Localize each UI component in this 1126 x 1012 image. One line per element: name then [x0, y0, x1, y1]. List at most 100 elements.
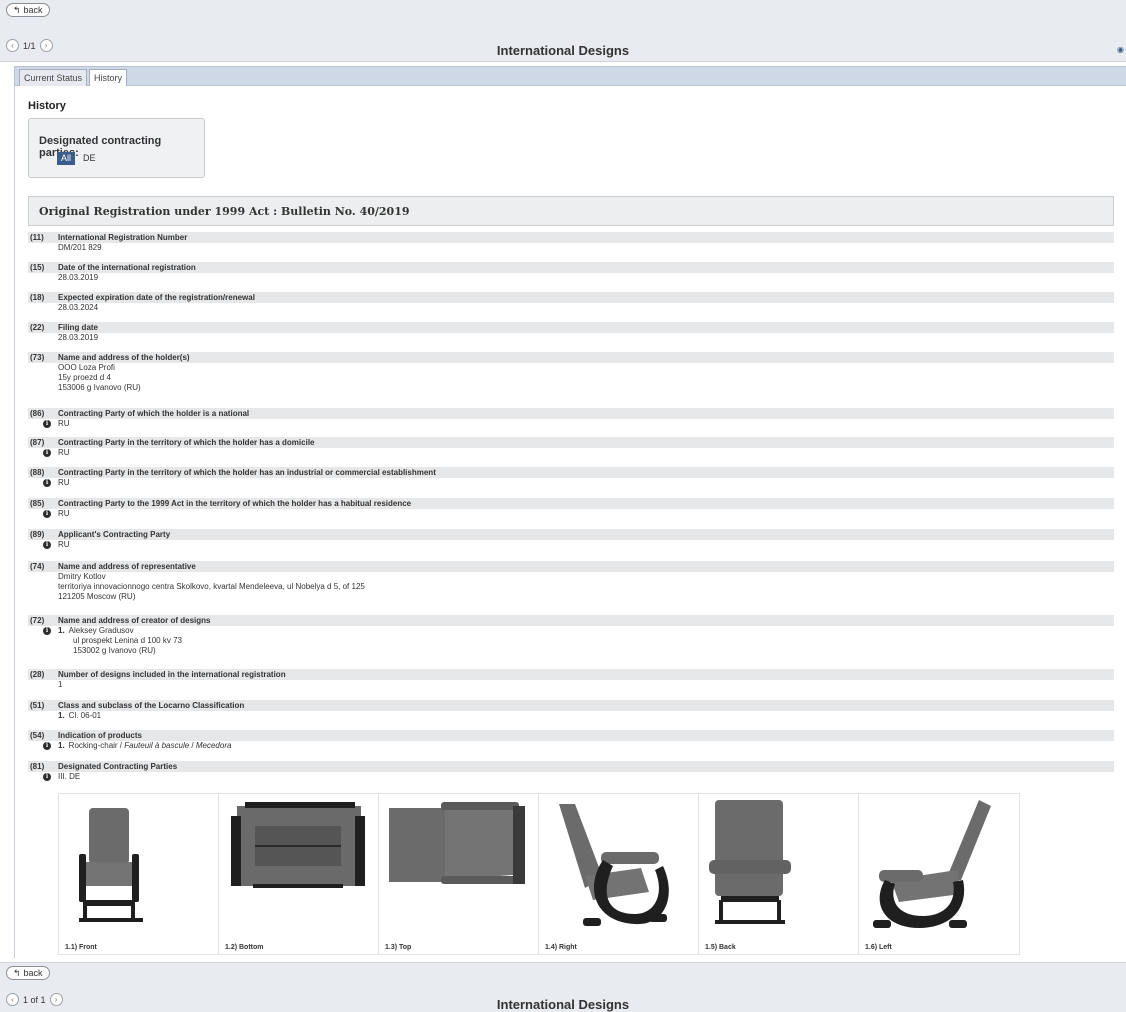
field-87: (87) Contracting Party in the territory o… — [28, 437, 1114, 458]
back-arrow-icon: ↰ — [13, 968, 21, 978]
design-image-bottom[interactable]: 1.2) Bottom — [219, 794, 379, 954]
representative-name: Dmitry Kotlov — [58, 572, 106, 581]
field-label: Number of designs included in the intern… — [58, 670, 286, 679]
product-en: Rocking-chair — [68, 741, 118, 750]
image-caption: 1.2) Bottom — [225, 944, 264, 951]
field-85: (85) Contracting Party to the 1999 Act in… — [28, 498, 1114, 519]
field-label: Contracting Party of which the holder is… — [58, 409, 250, 418]
field-code: (87) — [30, 438, 45, 447]
section-title: Original Registration under 1999 Act : B… — [39, 205, 410, 218]
field-value: 28.03.2019 — [58, 333, 99, 342]
field-code: (22) — [30, 323, 45, 332]
info-icon[interactable]: i — [43, 479, 51, 487]
tab-history[interactable]: History — [89, 69, 128, 87]
field-code: (28) — [30, 670, 45, 679]
tab-strip: Current Status History — [14, 66, 1126, 87]
field-code: (85) — [30, 499, 45, 508]
back-button[interactable]: ↰ back — [6, 3, 50, 17]
design-image-back[interactable]: 1.5) Back — [699, 794, 859, 954]
back-button-label: back — [23, 968, 43, 978]
field-label: International Registration Number — [58, 233, 188, 242]
field-74: (74) Name and address of representative D… — [28, 561, 1114, 602]
info-icon[interactable]: i — [43, 773, 51, 781]
filter-option-all[interactable]: All — [57, 152, 76, 165]
field-81: (81) Designated Contracting Parties i III.… — [28, 761, 1114, 782]
field-label: Name and address of representative — [58, 562, 196, 571]
field-code: (51) — [30, 701, 45, 710]
info-icon[interactable]: i — [43, 541, 51, 549]
field-label: Applicant's Contracting Party — [58, 530, 171, 539]
tab-current-status[interactable]: Current Status — [19, 69, 88, 86]
settings-icon[interactable]: ◉ — [1117, 45, 1124, 54]
chair-front-image — [65, 796, 157, 936]
chair-bottom-image — [225, 796, 371, 904]
field-code: (88) — [30, 468, 45, 477]
design-image-front[interactable]: 1.1) Front — [59, 794, 219, 954]
field-value: Cl. 06-01 — [68, 711, 102, 720]
info-icon[interactable]: i — [43, 627, 51, 635]
page-title: International Designs — [496, 43, 630, 58]
field-11: (11) International Registration Number DM… — [28, 232, 1114, 253]
field-51: (51) Class and subclass of the Locarno Cl… — [28, 700, 1114, 721]
contracting-parties-filter: Designated contracting parties: All DE — [28, 118, 205, 178]
chair-right-image — [545, 796, 691, 932]
top-nav-bar: ↰ back ‹ 1/1 › International Designs ◉ — [0, 0, 1126, 62]
history-heading: History — [28, 100, 66, 112]
field-label: Contracting Party in the territory of wh… — [58, 468, 436, 477]
field-code: (15) — [30, 263, 45, 272]
image-caption: 1.5) Back — [705, 944, 736, 951]
field-value: RU — [58, 419, 70, 428]
field-label: Filing date — [58, 323, 98, 332]
field-code: (81) — [30, 762, 45, 771]
field-value: III. DE — [58, 772, 81, 781]
bottom-nav-bar: ↰ back ‹ 1 of 1 › International Designs — [0, 962, 1126, 1012]
creator-address-line: ul prospekt Lenina d 100 kv 73 — [73, 636, 182, 645]
design-image-left[interactable]: 1.6) Left — [859, 794, 1019, 954]
field-label: Class and subclass of the Locarno Classi… — [58, 701, 245, 710]
separator: / — [189, 741, 196, 750]
field-88: (88) Contracting Party in the territory o… — [28, 467, 1114, 488]
holder-name: OOO Loza Profi — [58, 363, 115, 372]
registration-section-header: Original Registration under 1999 Act : B… — [28, 196, 1114, 226]
representative-address-line: territoriya innovacionnogo centra Skolko… — [58, 582, 365, 591]
chair-back-image — [705, 796, 795, 932]
back-button-label: back — [23, 5, 43, 15]
field-label: Indication of products — [58, 731, 142, 740]
field-value: 1 — [58, 680, 63, 689]
image-caption: 1.6) Left — [865, 944, 892, 951]
creator-address-line: 153002 g Ivanovo (RU) — [73, 646, 156, 655]
info-icon[interactable]: i — [43, 420, 51, 428]
field-code: (18) — [30, 293, 45, 302]
field-label: Expected expiration date of the registra… — [58, 293, 255, 302]
filter-option-de[interactable]: DE — [81, 152, 98, 165]
field-label: Name and address of the holder(s) — [58, 353, 190, 362]
design-image-gallery: 1.1) Front 1.2) Bottom 1.3) Top 1.4) Rig… — [58, 793, 1020, 955]
field-22: (22) Filing date 28.03.2019 — [28, 322, 1114, 343]
field-value: DM/201 829 — [58, 243, 102, 252]
image-caption: 1.4) Right — [545, 944, 577, 951]
field-code: (89) — [30, 530, 45, 539]
field-value: RU — [58, 540, 70, 549]
field-code: (86) — [30, 409, 45, 418]
back-arrow-icon: ↰ — [13, 5, 21, 15]
chair-left-image — [865, 796, 995, 932]
image-caption: 1.1) Front — [65, 944, 97, 951]
field-value: 28.03.2024 — [58, 303, 99, 312]
holder-address-line: 153006 g Ivanovo (RU) — [58, 383, 141, 392]
field-value: RU — [58, 448, 70, 457]
field-code: (73) — [30, 353, 45, 362]
field-18: (18) Expected expiration date of the regi… — [28, 292, 1114, 313]
info-icon[interactable]: i — [43, 510, 51, 518]
info-icon[interactable]: i — [43, 449, 51, 457]
product-es: Mecedora — [195, 741, 232, 750]
field-code: (54) — [30, 731, 45, 740]
creator-name: Aleksey Gradusov — [68, 626, 134, 635]
item-number: 1. — [58, 711, 65, 720]
field-89: (89) Applicant's Contracting Party i RU — [28, 529, 1114, 550]
info-icon[interactable]: i — [43, 742, 51, 750]
item-number: 1. — [58, 741, 65, 750]
back-button-bottom[interactable]: ↰ back — [6, 966, 50, 980]
design-image-right[interactable]: 1.4) Right — [539, 794, 699, 954]
design-image-top[interactable]: 1.3) Top — [379, 794, 539, 954]
field-label: Name and address of creator of designs — [58, 616, 211, 625]
